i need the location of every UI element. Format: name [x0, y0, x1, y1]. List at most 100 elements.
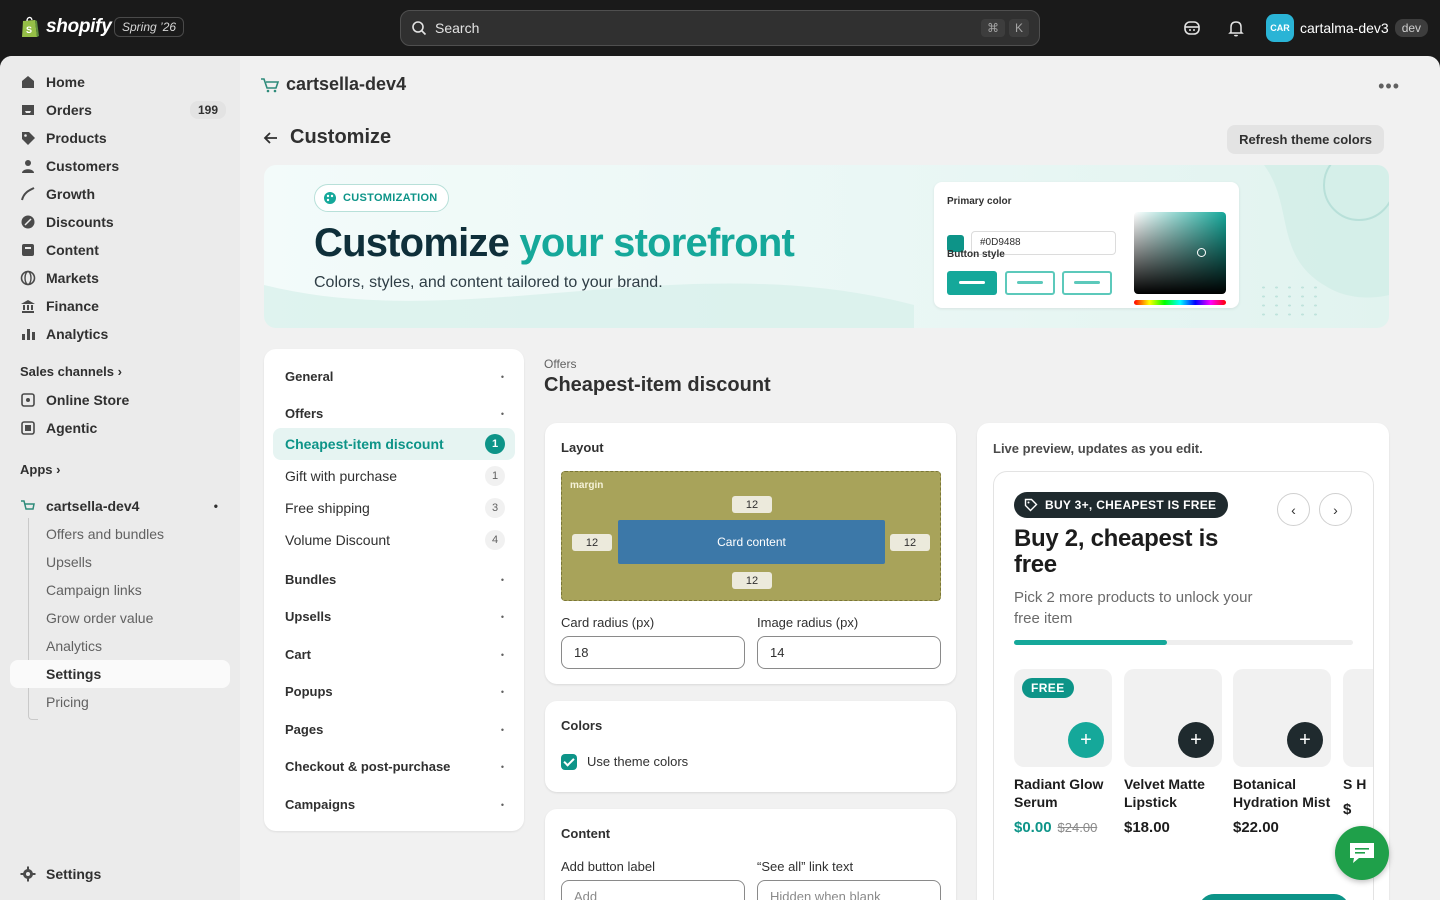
product-name: Velvet Matte Lipstick [1124, 776, 1205, 810]
margin-box[interactable]: margin 12 12 Card content 12 12 [561, 471, 941, 601]
product-card[interactable]: S H $ [1343, 669, 1373, 818]
nav-group-upsells[interactable]: Upsells [285, 609, 331, 624]
nav-group-cart[interactable]: Cart [285, 647, 311, 662]
button-style-label: Button style [947, 249, 1005, 260]
hero-title: Customize your storefront [314, 221, 795, 265]
bell-icon[interactable] [1226, 18, 1246, 38]
brand-name: shopify [46, 16, 112, 37]
sidebar-label: Orders [46, 102, 92, 118]
sidebar-label: Online Store [46, 392, 130, 408]
product-card[interactable]: + Botanical Hydration Mist $22.00 [1233, 669, 1331, 836]
sidebar-item-agentic[interactable]: Agentic [10, 414, 230, 442]
env-badge: dev [1394, 19, 1429, 37]
padding-left-value[interactable]: 12 [572, 534, 612, 551]
nav-group-checkout[interactable]: Checkout & post-purchase [285, 759, 450, 774]
content-card: Content Add button label Add “See all” l… [545, 809, 956, 900]
add-button-input[interactable]: Add [561, 880, 745, 900]
store-icon [21, 393, 35, 407]
nav-item-gift-with-purchase[interactable]: Gift with purchase 1 [273, 460, 515, 492]
caret-icon: • [500, 575, 504, 585]
refresh-theme-colors-button[interactable]: Refresh theme colors [1227, 125, 1384, 154]
sidebar-item-settings[interactable]: Settings [10, 860, 230, 888]
preview-cta-button[interactable] [1199, 894, 1349, 900]
store-title: cartsella-dev4 [260, 74, 406, 95]
sidebar-subitem-settings[interactable]: Settings [10, 660, 230, 688]
pin-dot-icon: • [213, 499, 218, 513]
more-actions-button[interactable]: ••• [1378, 76, 1400, 97]
sidebar-label: Finance [46, 298, 99, 314]
padding-right-value[interactable]: 12 [890, 534, 930, 551]
live-preview-card: Live preview, updates as you edit. BUY 3… [977, 423, 1389, 900]
product-price: $ [1343, 801, 1352, 818]
padding-bottom-value[interactable]: 12 [732, 572, 772, 589]
use-theme-colors-checkbox[interactable] [561, 754, 577, 770]
sidebar-item-customers[interactable]: Customers [10, 152, 230, 180]
sales-channels-heading[interactable]: Sales channels › [20, 364, 122, 379]
account-name: cartalma-dev3 [1300, 20, 1389, 36]
product-card[interactable]: + Velvet Matte Lipstick $18.00 [1124, 669, 1222, 836]
sidebar-label: Markets [46, 270, 99, 286]
product-name: Botanical Hydration Mist [1233, 776, 1331, 810]
app-cart-icon [261, 77, 280, 92]
caret-icon: • [500, 725, 504, 735]
nav-group-campaigns[interactable]: Campaigns [285, 797, 355, 812]
padding-top-value[interactable]: 12 [732, 496, 772, 513]
sidebar-subitem-campaign-links[interactable]: Campaign links [10, 576, 230, 604]
nav-item-volume-discount[interactable]: Volume Discount 4 [273, 524, 515, 556]
shopify-logo[interactable]: S shopify [20, 15, 112, 39]
nav-item-free-shipping[interactable]: Free shipping 3 [273, 492, 515, 524]
search-bar[interactable]: Search ⌘ K [400, 10, 1040, 46]
sidebar-item-home[interactable]: Home [10, 68, 230, 96]
sidebar-item-discounts[interactable]: Discounts [10, 208, 230, 236]
nav-group-pages[interactable]: Pages [285, 722, 323, 737]
hero-banner: CUSTOMIZATION Customize your storefront … [264, 165, 1389, 328]
settings-nav: General • Offers • Cheapest-item discoun… [264, 349, 524, 831]
sidebar-subitem-analytics[interactable]: Analytics [10, 632, 230, 660]
caret-icon: • [500, 800, 504, 810]
product-card[interactable]: FREE + Radiant Glow Serum $0.00 $24.00 [1014, 669, 1112, 836]
carousel-prev-button[interactable]: ‹ [1277, 493, 1310, 526]
sidebar-item-products[interactable]: Products [10, 124, 230, 152]
sidebar-item-orders[interactable]: Orders 199 [10, 96, 230, 124]
primary-color-label: Primary color [947, 196, 1012, 207]
use-theme-colors-label[interactable]: Use theme colors [587, 754, 688, 769]
account-menu[interactable]: CAR cartalma-dev3 dev [1266, 14, 1429, 42]
globe-icon [20, 270, 36, 286]
carousel-next-button[interactable]: › [1319, 493, 1352, 526]
nav-group-general[interactable]: General [285, 369, 333, 384]
add-to-cart-button[interactable]: + [1178, 722, 1214, 758]
sidekick-icon[interactable] [1182, 18, 1202, 38]
sidebar-item-content[interactable]: Content [10, 236, 230, 264]
add-to-cart-button[interactable]: + [1068, 722, 1104, 758]
sidebar-subitem-offers[interactable]: Offers and bundles [10, 520, 230, 548]
chevron-right-icon: › [117, 364, 122, 379]
dots-decoration [1257, 283, 1317, 319]
image-radius-input[interactable]: 14 [757, 636, 941, 669]
svg-text:S: S [26, 25, 32, 35]
apps-heading[interactable]: Apps › [20, 462, 60, 477]
card-radius-input[interactable]: 18 [561, 636, 745, 669]
see-all-input[interactable]: Hidden when blank [757, 880, 941, 900]
nav-item-label: Gift with purchase [285, 468, 398, 484]
add-to-cart-button[interactable]: + [1287, 722, 1323, 758]
nav-item-cheapest-item-discount[interactable]: Cheapest-item discount 1 [273, 428, 515, 460]
sidebar-subitem-pricing[interactable]: Pricing [10, 688, 230, 716]
product-name: Radiant Glow Serum [1014, 776, 1104, 810]
sidebar-item-app[interactable]: cartsella-dev4 • [10, 492, 230, 520]
add-button-label: Add button label [561, 859, 655, 874]
card-content-box: Card content [618, 520, 885, 564]
sidebar-item-finance[interactable]: Finance [10, 292, 230, 320]
back-arrow-icon[interactable] [262, 129, 280, 147]
sidebar-item-markets[interactable]: Markets [10, 264, 230, 292]
sidebar-subitem-upsells[interactable]: Upsells [10, 548, 230, 576]
nav-group-popups[interactable]: Popups [285, 684, 333, 699]
card-radius-label: Card radius (px) [561, 615, 655, 630]
sidebar-item-analytics[interactable]: Analytics [10, 320, 230, 348]
sidebar-subitem-grow-order-value[interactable]: Grow order value [10, 604, 230, 632]
nav-group-offers[interactable]: Offers [285, 406, 323, 421]
sidebar-item-growth[interactable]: Growth [10, 180, 230, 208]
sidebar-label: Products [46, 130, 107, 146]
chat-button[interactable] [1335, 826, 1389, 880]
sidebar-item-online-store[interactable]: Online Store [10, 386, 230, 414]
nav-group-bundles[interactable]: Bundles [285, 572, 336, 587]
